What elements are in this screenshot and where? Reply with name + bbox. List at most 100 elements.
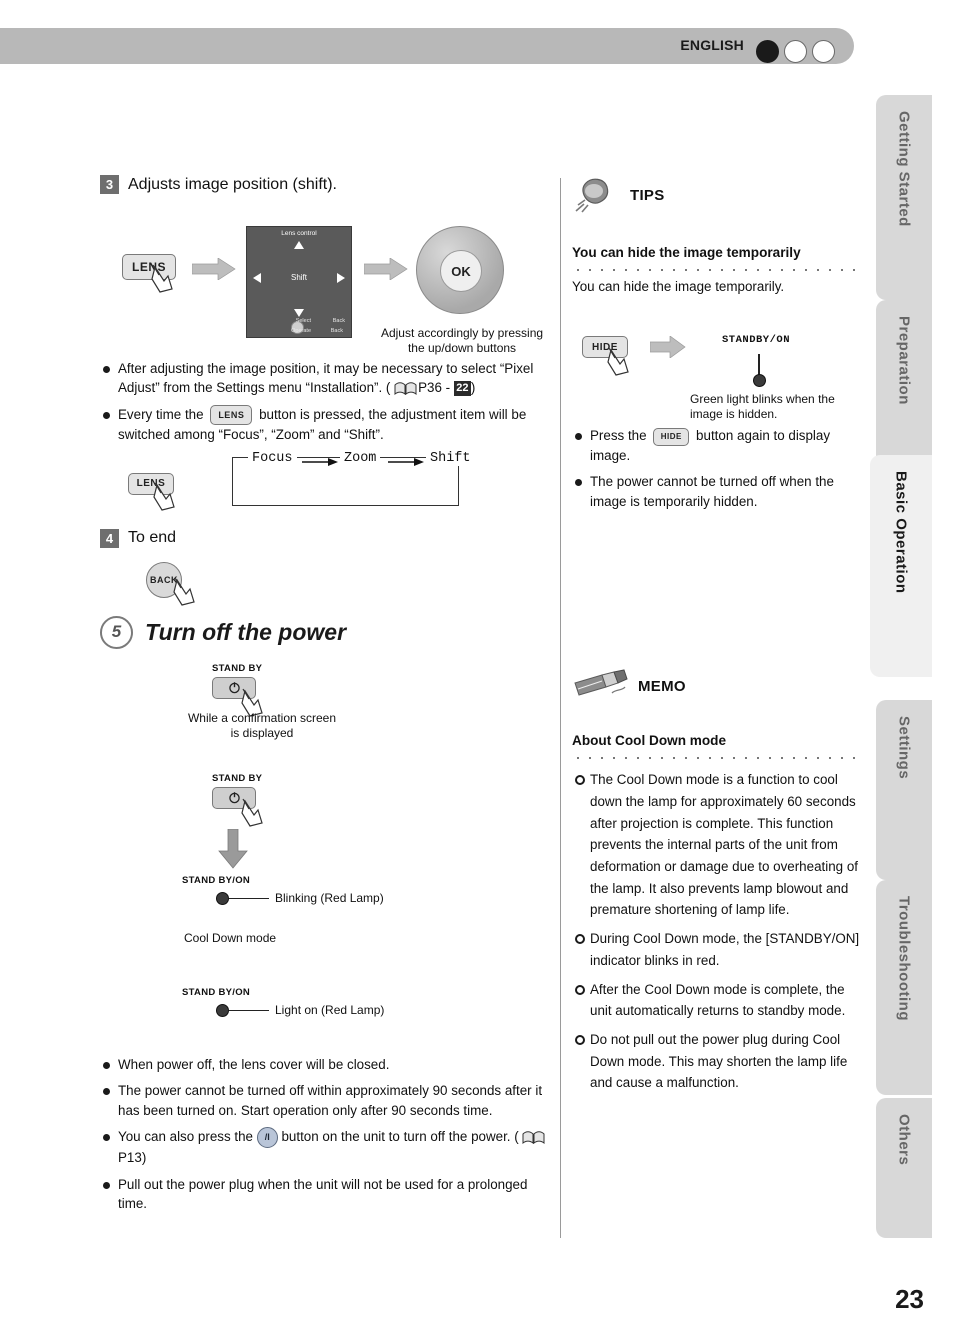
memo-heading: MEMO (572, 669, 862, 703)
step-5-number: 5 (100, 615, 133, 649)
list-item: During Cool Down mode, the [STANDBY/ON] … (572, 928, 862, 971)
indicator-label-2: STAND BY/ON (182, 986, 251, 998)
indicator-row-1: Blinking (Red Lamp) (216, 891, 384, 906)
hide-button-inline[interactable]: HIDE (653, 427, 690, 446)
sidebar-item-label: Getting Started (895, 111, 913, 227)
step-4-heading: 4 To end (100, 528, 560, 548)
lens-mode-flow-figure: LENS Focus Zoom Shift (100, 450, 560, 521)
header-language: ENGLISH (680, 37, 744, 53)
osd-right-arrow-icon (337, 273, 345, 283)
sidebar-item-settings[interactable]: Settings (876, 700, 932, 880)
header-bar: ENGLISH (0, 28, 854, 64)
osd-operate-label: Operate (291, 328, 311, 335)
side-tab-rail: Getting Started Preparation Basic Operat… (854, 0, 954, 1339)
down-flow-arrow-icon (218, 828, 248, 869)
indicator-label-1: STAND BY/ON (182, 874, 251, 886)
sidebar-item-label: Preparation (895, 316, 913, 405)
list-item: Pull out the power plug when the unit wi… (100, 1175, 560, 1214)
book-reference-icon (394, 382, 417, 396)
dotted-divider (572, 265, 862, 271)
right-column: TIPS You can hide the image temporarily … (572, 175, 862, 1101)
tips-label: TIPS (630, 186, 665, 204)
dotted-divider-2 (572, 753, 862, 760)
list-item: Every time the LENS button is pressed, t… (100, 405, 560, 445)
step-3-bullets: After adjusting the image position, it m… (100, 359, 560, 445)
list-item: The Cool Down mode is a function to cool… (572, 769, 862, 921)
osd-up-arrow-icon (294, 241, 304, 249)
indicator-row-2: Light on (Red Lamp) (216, 1003, 384, 1018)
step-5-bullets: When power off, the lens cover will be c… (100, 1055, 560, 1214)
document-page: ENGLISH Getting Started Preparation Basi… (0, 0, 954, 1339)
bullet-text-mid: button on the unit to turn off the power… (281, 1129, 519, 1145)
sidebar-item-basic-operation[interactable]: Basic Operation (870, 455, 932, 677)
flow-arrow-icon-3 (650, 336, 686, 359)
standby-on-label: STANDBY/ON (722, 334, 791, 347)
power-icon (228, 682, 240, 694)
lamp-indicator-icon-1 (216, 891, 229, 905)
hand-cursor-icon-2 (153, 482, 175, 511)
bell-icon (575, 178, 609, 213)
step-4-title: To end (128, 529, 177, 547)
flow-arrow-icon-2 (364, 258, 408, 280)
pencil-icon (574, 669, 628, 696)
standby-label-2: STAND BY (212, 772, 263, 784)
book-reference-icon-2 (522, 1131, 545, 1145)
header-dot-2 (784, 40, 807, 63)
column-divider (560, 178, 561, 1238)
lamp-indicator-icon-2 (216, 1003, 229, 1017)
sidebar-item-troubleshooting[interactable]: Troubleshooting (876, 880, 932, 1095)
hand-cursor-icon-5 (241, 798, 263, 827)
bullet-text-pre: You can also press the (118, 1129, 253, 1145)
remote-dpad[interactable]: OK (416, 226, 504, 314)
dpad-caption: Adjust accordingly by pressing the up/do… (380, 326, 544, 355)
memo-subheading: About Cool Down mode (572, 733, 727, 749)
sidebar-item-label: Basic Operation (892, 471, 910, 594)
lens-mode-loop-box (232, 470, 459, 506)
list-item: The power cannot be turned off within ap… (100, 1081, 560, 1120)
ok-button[interactable]: OK (440, 250, 482, 292)
bullet-text-pre: Press the (590, 428, 647, 444)
flow-zoom-label: Zoom (340, 450, 381, 466)
sidebar-item-label: Others (895, 1114, 913, 1166)
flow-arrow-icon (192, 258, 236, 280)
flow-shift-label: Shift (426, 450, 475, 466)
lens-button-inline[interactable]: LENS (210, 405, 253, 426)
list-item: After the Cool Down mode is complete, th… (572, 979, 862, 1022)
step-5-figure: STAND BY While a confirmation screen is … (100, 663, 560, 1063)
list-item: When power off, the lens cover will be c… (100, 1055, 560, 1074)
osd-select-label: Select (295, 318, 311, 325)
indicator-stem (758, 354, 760, 377)
bullet-page-ref-2: P13) (118, 1150, 147, 1166)
sidebar-item-others[interactable]: Others (876, 1098, 932, 1238)
step-5-title: Turn off the power (145, 618, 347, 645)
flow-arrow-right-2-icon (388, 457, 424, 466)
flow-arrow-right-1-icon (302, 457, 338, 466)
list-item: You can also press the /I button on the … (100, 1127, 560, 1167)
standby-label-1: STAND BY (212, 662, 263, 674)
osd-back-small-label: Back (330, 328, 343, 335)
confirmation-caption: While a confirmation screen is displayed (187, 710, 337, 740)
sidebar-item-label: Settings (895, 716, 913, 780)
hand-cursor-icon-6 (607, 348, 629, 377)
page-badge-22: 22 (453, 381, 471, 397)
hand-cursor-icon (151, 264, 173, 293)
sidebar-item-label: Troubleshooting (895, 896, 913, 1021)
osd-back-label: Back (332, 318, 345, 325)
step-3-figure: LENS Lens control Shift Select Back Oper… (100, 208, 560, 383)
indicator-1-text: Blinking (Red Lamp) (275, 890, 384, 905)
list-item: The power cannot be turned off when the … (572, 472, 862, 511)
unit-power-button-icon[interactable]: /I (256, 1127, 278, 1149)
memo-label: MEMO (638, 677, 686, 695)
tips-subheading: You can hide the image temporarily (572, 245, 801, 260)
step-3-number: 3 (100, 175, 119, 194)
flow-focus-label: Focus (248, 450, 297, 466)
sidebar-item-getting-started[interactable]: Getting Started (876, 95, 932, 300)
osd-down-arrow-icon (294, 309, 304, 317)
hide-figure: HIDE STANDBY/ON Green light blinks when … (572, 310, 862, 438)
left-column: 3 Adjusts image position (shift). LENS L… (100, 175, 560, 1220)
step-4-figure: BACK (100, 554, 560, 616)
tips-intro: You can hide the image temporarily. (572, 279, 785, 294)
bullet-text-post: ) (470, 380, 476, 396)
tips-heading: TIPS (572, 175, 862, 215)
cooldown-caption: Cool Down mode (184, 930, 277, 945)
